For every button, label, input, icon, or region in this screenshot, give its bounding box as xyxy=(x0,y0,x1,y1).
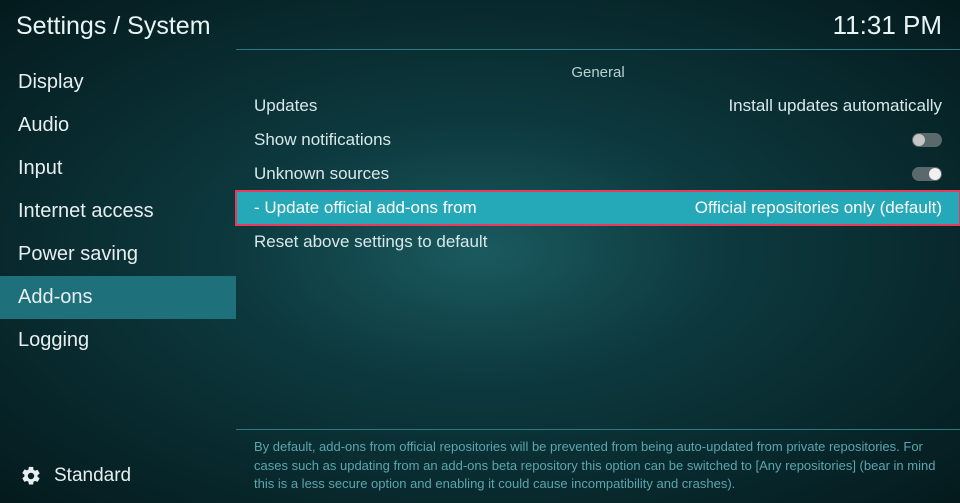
gear-icon xyxy=(20,465,42,487)
row-label: Show notifications xyxy=(254,130,391,150)
sidebar-item-internet-access[interactable]: Internet access xyxy=(0,190,236,233)
row-updates[interactable]: Updates Install updates automatically xyxy=(236,89,960,123)
toggle-show-notifications[interactable] xyxy=(912,133,942,147)
settings-rows: Updates Install updates automatically Sh… xyxy=(236,89,960,259)
header: Settings / System 11:31 PM xyxy=(0,0,960,53)
help-footer: By default, add-ons from official reposi… xyxy=(236,429,960,503)
toggle-knob xyxy=(913,134,925,146)
sidebar-item-input[interactable]: Input xyxy=(0,147,236,190)
row-reset-defaults[interactable]: Reset above settings to default xyxy=(236,225,960,259)
row-label: Updates xyxy=(254,96,317,116)
header-divider xyxy=(236,49,960,50)
clock: 11:31 PM xyxy=(833,10,942,41)
toggle-unknown-sources[interactable] xyxy=(912,167,942,181)
settings-level-button[interactable]: Standard xyxy=(0,451,236,501)
sidebar-item-add-ons[interactable]: Add-ons xyxy=(0,276,236,319)
sidebar: Display Audio Input Internet access Powe… xyxy=(0,53,236,501)
row-label: Reset above settings to default xyxy=(254,232,487,252)
section-header: General xyxy=(236,53,960,89)
row-label: Update official add-ons from xyxy=(254,198,477,218)
sidebar-item-power-saving[interactable]: Power saving xyxy=(0,233,236,276)
sidebar-item-logging[interactable]: Logging xyxy=(0,319,236,362)
sidebar-item-display[interactable]: Display xyxy=(0,61,236,104)
row-label: Unknown sources xyxy=(254,164,389,184)
toggle-knob xyxy=(929,168,941,180)
row-value: Official repositories only (default) xyxy=(695,198,942,218)
row-show-notifications[interactable]: Show notifications xyxy=(236,123,960,157)
sidebar-item-audio[interactable]: Audio xyxy=(0,104,236,147)
row-value: Install updates automatically xyxy=(728,96,942,116)
row-update-official-addons-from[interactable]: Update official add-ons from Official re… xyxy=(236,191,960,225)
settings-level-label: Standard xyxy=(54,465,131,487)
row-unknown-sources[interactable]: Unknown sources xyxy=(236,157,960,191)
breadcrumb: Settings / System xyxy=(16,12,211,41)
